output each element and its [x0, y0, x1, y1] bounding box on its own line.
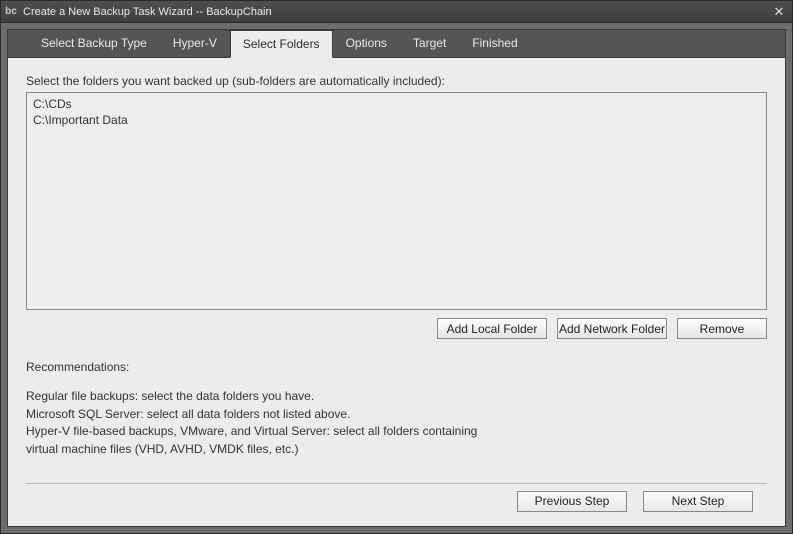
recommendation-line: virtual machine files (VHD, AVHD, VMDK f…	[26, 441, 767, 458]
add-network-folder-button[interactable]: Add Network Folder	[557, 318, 667, 339]
recommendation-line: Microsoft SQL Server: select all data fo…	[26, 406, 767, 423]
tabstrip: Select Backup Type Hyper-V Select Folder…	[8, 30, 785, 58]
tab-target[interactable]: Target	[400, 29, 459, 57]
instruction-label: Select the folders you want backed up (s…	[26, 74, 767, 88]
next-step-button[interactable]: Next Step	[643, 491, 753, 512]
app-icon: bc	[3, 4, 19, 20]
tab-select-folders[interactable]: Select Folders	[230, 30, 333, 58]
recommendations-heading: Recommendations:	[26, 359, 767, 376]
wizard-window: bc Create a New Backup Task Wizard -- Ba…	[0, 0, 793, 534]
content-area: Select the folders you want backed up (s…	[8, 58, 785, 526]
wizard-panel: Select Backup Type Hyper-V Select Folder…	[7, 29, 786, 527]
recommendation-line: Regular file backups: select the data fo…	[26, 388, 767, 405]
close-icon[interactable]: ✕	[770, 4, 788, 20]
folder-buttons-row: Add Local Folder Add Network Folder Remo…	[26, 318, 767, 339]
tab-select-backup-type[interactable]: Select Backup Type	[28, 29, 160, 57]
outer-frame: Select Backup Type Hyper-V Select Folder…	[1, 23, 792, 533]
tab-options[interactable]: Options	[333, 29, 400, 57]
recommendations: Recommendations: Regular file backups: s…	[26, 359, 767, 458]
add-local-folder-button[interactable]: Add Local Folder	[437, 318, 547, 339]
tab-hyper-v[interactable]: Hyper-V	[160, 29, 230, 57]
tab-finished[interactable]: Finished	[459, 29, 530, 57]
remove-button[interactable]: Remove	[677, 318, 767, 339]
wizard-footer: Previous Step Next Step	[26, 483, 767, 518]
titlebar: bc Create a New Backup Task Wizard -- Ba…	[1, 1, 792, 23]
previous-step-button[interactable]: Previous Step	[517, 491, 627, 512]
list-item[interactable]: C:\Important Data	[31, 112, 762, 128]
list-item[interactable]: C:\CDs	[31, 96, 762, 112]
folder-list[interactable]: C:\CDs C:\Important Data	[26, 92, 767, 310]
window-title: Create a New Backup Task Wizard -- Backu…	[23, 6, 770, 18]
recommendation-line: Hyper-V file-based backups, VMware, and …	[26, 423, 767, 440]
